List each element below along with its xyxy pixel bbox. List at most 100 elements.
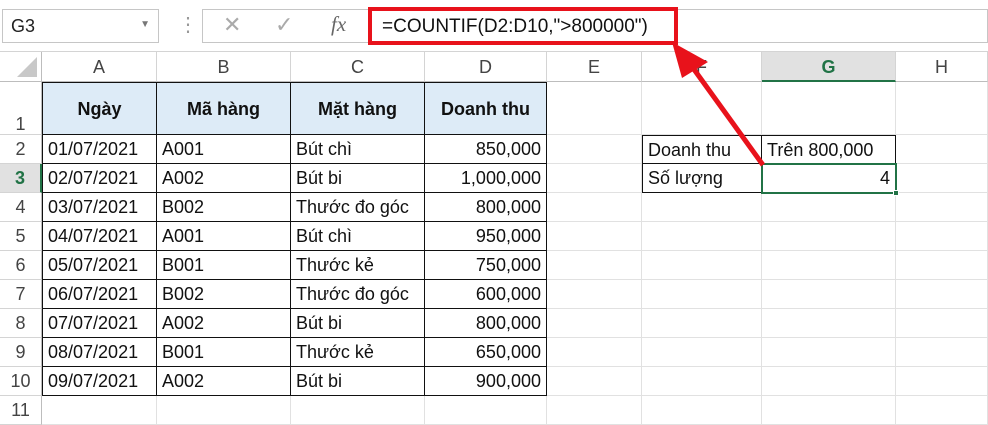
cell[interactable] xyxy=(896,338,988,367)
cell[interactable] xyxy=(762,367,896,396)
cell[interactable] xyxy=(896,222,988,251)
row-header-11[interactable]: 11 xyxy=(0,396,42,425)
cell[interactable] xyxy=(547,193,642,222)
row-header-2[interactable]: 2 xyxy=(0,135,42,164)
table-cell[interactable]: Bút bi xyxy=(291,164,425,193)
row-header-5[interactable]: 5 xyxy=(0,222,42,251)
cell[interactable] xyxy=(547,164,642,193)
table-cell[interactable]: B001 xyxy=(157,251,291,280)
table-cell[interactable]: Bút bi xyxy=(291,367,425,396)
table-header-cell[interactable]: Doanh thu xyxy=(425,82,547,135)
summary-label[interactable]: Doanh thu xyxy=(642,135,762,164)
table-cell[interactable]: B002 xyxy=(157,280,291,309)
table-cell[interactable]: 600,000 xyxy=(425,280,547,309)
table-cell[interactable]: Bút chì xyxy=(291,135,425,164)
cell[interactable] xyxy=(547,222,642,251)
table-cell[interactable]: Thước kẻ xyxy=(291,251,425,280)
cell[interactable] xyxy=(642,222,762,251)
table-cell[interactable]: 07/07/2021 xyxy=(42,309,157,338)
table-cell[interactable]: 08/07/2021 xyxy=(42,338,157,367)
table-cell[interactable]: A001 xyxy=(157,135,291,164)
row-header-9[interactable]: 9 xyxy=(0,338,42,367)
table-header-cell[interactable]: Mã hàng xyxy=(157,82,291,135)
table-cell[interactable]: 05/07/2021 xyxy=(42,251,157,280)
cell[interactable] xyxy=(642,193,762,222)
row-header-3[interactable]: 3 xyxy=(0,164,42,193)
cell[interactable] xyxy=(157,396,291,425)
table-header-cell[interactable]: Mặt hàng xyxy=(291,82,425,135)
cancel-icon[interactable]: ✕ xyxy=(223,12,241,38)
cell[interactable] xyxy=(896,164,988,193)
cell[interactable] xyxy=(642,396,762,425)
row-header-1[interactable]: 1 xyxy=(0,82,42,135)
cell[interactable] xyxy=(762,251,896,280)
table-cell[interactable]: B002 xyxy=(157,193,291,222)
cell[interactable] xyxy=(896,367,988,396)
cell[interactable] xyxy=(642,338,762,367)
table-cell[interactable]: Bút chì xyxy=(291,222,425,251)
table-cell[interactable]: 850,000 xyxy=(425,135,547,164)
table-cell[interactable]: A002 xyxy=(157,309,291,338)
cell[interactable] xyxy=(547,280,642,309)
column-header-b[interactable]: B xyxy=(157,52,291,82)
cell[interactable] xyxy=(642,82,762,135)
table-cell[interactable]: 900,000 xyxy=(425,367,547,396)
formula-input[interactable]: =COUNTIF(D2:D10,">800000") xyxy=(368,7,678,45)
table-cell[interactable]: 950,000 xyxy=(425,222,547,251)
table-cell[interactable]: 09/07/2021 xyxy=(42,367,157,396)
cell[interactable] xyxy=(642,367,762,396)
row-header-7[interactable]: 7 xyxy=(0,280,42,309)
cell[interactable] xyxy=(547,251,642,280)
table-cell[interactable]: 02/07/2021 xyxy=(42,164,157,193)
column-header-a[interactable]: A xyxy=(42,52,157,82)
cell[interactable] xyxy=(762,338,896,367)
drag-handle-icon[interactable]: ⋮ xyxy=(178,12,198,37)
table-cell[interactable]: 06/07/2021 xyxy=(42,280,157,309)
cell[interactable] xyxy=(762,280,896,309)
column-header-c[interactable]: C xyxy=(291,52,425,82)
cell[interactable] xyxy=(291,396,425,425)
row-header-10[interactable]: 10 xyxy=(0,367,42,396)
cell[interactable] xyxy=(896,280,988,309)
cell[interactable] xyxy=(547,82,642,135)
table-cell[interactable]: 650,000 xyxy=(425,338,547,367)
summary-value[interactable]: Trên 800,000 xyxy=(762,135,896,164)
cell[interactable] xyxy=(42,396,157,425)
table-cell[interactable]: 01/07/2021 xyxy=(42,135,157,164)
summary-label[interactable]: Số lượng xyxy=(642,164,762,193)
cell[interactable] xyxy=(762,82,896,135)
table-cell[interactable]: 04/07/2021 xyxy=(42,222,157,251)
table-cell[interactable]: 750,000 xyxy=(425,251,547,280)
table-cell[interactable]: Thước kẻ xyxy=(291,338,425,367)
cell[interactable] xyxy=(896,396,988,425)
table-cell[interactable]: 800,000 xyxy=(425,309,547,338)
column-header-d[interactable]: D xyxy=(425,52,547,82)
table-cell[interactable]: 1,000,000 xyxy=(425,164,547,193)
formula-input-rest[interactable] xyxy=(678,9,988,43)
row-header-8[interactable]: 8 xyxy=(0,309,42,338)
cell[interactable] xyxy=(762,309,896,338)
cell[interactable] xyxy=(896,251,988,280)
row-header-4[interactable]: 4 xyxy=(0,193,42,222)
table-cell[interactable]: 03/07/2021 xyxy=(42,193,157,222)
cell[interactable] xyxy=(642,280,762,309)
table-cell[interactable]: A001 xyxy=(157,222,291,251)
column-header-e[interactable]: E xyxy=(547,52,642,82)
insert-function-icon[interactable]: fx xyxy=(331,12,346,37)
enter-check-icon[interactable]: ✓ xyxy=(275,12,293,38)
cell[interactable] xyxy=(896,135,988,164)
table-cell[interactable]: Thước đo góc xyxy=(291,193,425,222)
cell[interactable] xyxy=(547,309,642,338)
column-header-h[interactable]: H xyxy=(896,52,988,82)
cell[interactable] xyxy=(547,367,642,396)
table-cell[interactable]: 800,000 xyxy=(425,193,547,222)
table-cell[interactable]: B001 xyxy=(157,338,291,367)
cell[interactable] xyxy=(642,251,762,280)
table-cell[interactable]: Bút bi xyxy=(291,309,425,338)
table-cell[interactable]: A002 xyxy=(157,164,291,193)
select-all-button[interactable] xyxy=(0,52,42,82)
fill-handle[interactable] xyxy=(893,190,899,196)
chevron-down-icon[interactable]: ▼ xyxy=(140,19,150,30)
cell[interactable] xyxy=(896,193,988,222)
cell[interactable] xyxy=(547,396,642,425)
